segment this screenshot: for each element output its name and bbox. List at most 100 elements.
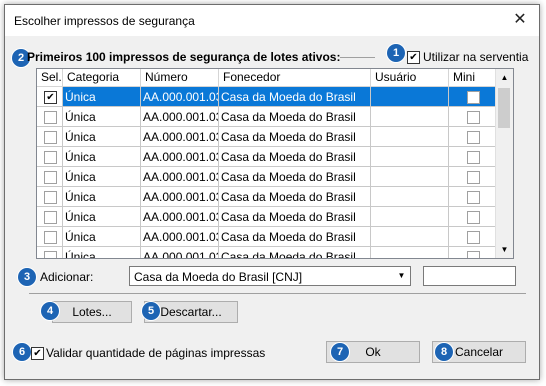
row-select-checkbox[interactable] [44, 211, 57, 224]
validar-label: Validar quantidade de páginas impressas [46, 346, 266, 360]
row-mini-cert-cell[interactable] [449, 247, 497, 258]
row-mini-cert-checkbox[interactable] [467, 171, 480, 184]
row-categoria-cell: Única [63, 147, 141, 167]
badge-8: 8 [435, 343, 453, 361]
badge-3: 3 [18, 268, 36, 286]
row-fornecedor-cell: Casa da Moeda do Brasil [219, 227, 371, 247]
row-select-cell[interactable] [37, 227, 63, 247]
chevron-down-icon[interactable]: ▼ [393, 267, 410, 285]
row-mini-cert-checkbox[interactable] [467, 111, 480, 124]
row-mini-cert-checkbox[interactable] [467, 211, 480, 224]
group-divider [340, 57, 375, 58]
row-usuario-cell [371, 247, 449, 258]
table-row[interactable]: Única AA.000.001.03 Casa da Moeda do Brasi… [37, 167, 497, 187]
badge-6: 6 [13, 343, 31, 361]
cancelar-button-label: Cancelar [454, 345, 504, 359]
adicionar-extra-field[interactable] [423, 266, 516, 286]
row-select-cell[interactable] [37, 107, 63, 127]
col-mini-cert[interactable]: Mini cert [449, 69, 497, 101]
row-mini-cert-cell[interactable] [449, 187, 497, 207]
col-categoria[interactable]: Categoria [63, 69, 141, 86]
row-select-checkbox[interactable] [44, 151, 57, 164]
row-fornecedor-cell: Casa da Moeda do Brasil [219, 187, 371, 207]
close-icon[interactable]: ✕ [509, 10, 531, 30]
row-select-cell[interactable] [37, 127, 63, 147]
use-serventia-checkbox[interactable]: ✔ [407, 51, 420, 64]
row-categoria-cell: Única [63, 207, 141, 227]
row-categoria-cell: Única [63, 247, 141, 258]
table-row[interactable]: Única AA.000.001.03 Casa da Moeda do Brasi… [37, 247, 497, 258]
row-numero-cell: AA.000.001.03 [141, 147, 219, 167]
row-fornecedor-cell: Casa da Moeda do Brasil [219, 167, 371, 187]
lotes-button[interactable]: Lotes... [52, 301, 132, 323]
row-mini-cert-checkbox[interactable] [467, 91, 480, 104]
title-bar: Escolher impressos de segurança ✕ [5, 5, 539, 36]
row-numero-cell: AA.000.001.03 [141, 87, 219, 107]
table-row[interactable]: Única AA.000.001.03 Casa da Moeda do Brasi… [37, 127, 497, 147]
separator [29, 293, 526, 294]
row-numero-cell: AA.000.001.03 [141, 187, 219, 207]
ok-button-label: Ok [365, 345, 381, 359]
table-row[interactable]: ✔ Única AA.000.001.03 Casa da Moeda do Bras… [37, 87, 497, 107]
scroll-up-icon[interactable]: ▲ [496, 69, 513, 86]
adicionar-label: Adicionar: [40, 270, 94, 284]
row-mini-cert-cell[interactable] [449, 107, 497, 127]
row-select-checkbox[interactable] [44, 251, 57, 258]
lotes-button-label: Lotes... [72, 305, 112, 319]
row-mini-cert-checkbox[interactable] [467, 231, 480, 244]
row-select-checkbox[interactable] [44, 111, 57, 124]
row-fornecedor-cell: Casa da Moeda do Brasil [219, 247, 371, 258]
col-sel[interactable]: Sel. [37, 69, 63, 86]
table-row[interactable]: Única AA.000.001.03 Casa da Moeda do Brasi… [37, 107, 497, 127]
scroll-thumb[interactable] [498, 88, 510, 128]
row-select-cell[interactable] [37, 247, 63, 258]
adicionar-combo-value: Casa da Moeda do Brasil [CNJ] [134, 270, 303, 284]
table-row[interactable]: Única AA.000.001.03 Casa da Moeda do Brasi… [37, 147, 497, 167]
scroll-down-icon[interactable]: ▼ [496, 241, 513, 258]
security-forms-grid[interactable]: Sel. Categoria Número Fonecedor Usuário … [36, 68, 514, 259]
row-select-cell[interactable] [37, 167, 63, 187]
row-mini-cert-checkbox[interactable] [467, 191, 480, 204]
table-row[interactable]: Única AA.000.001.03 Casa da Moeda do Brasi… [37, 207, 497, 227]
row-usuario-cell [371, 147, 449, 167]
row-select-checkbox[interactable] [44, 231, 57, 244]
col-numero[interactable]: Número [141, 69, 219, 86]
col-fornecedor[interactable]: Fonecedor [219, 69, 371, 86]
grid-vertical-scrollbar[interactable]: ▲ ▼ [495, 69, 513, 258]
table-row[interactable]: Única AA.000.001.03 Casa da Moeda do Brasi… [37, 187, 497, 207]
row-mini-cert-checkbox[interactable] [467, 251, 480, 258]
row-select-cell[interactable] [37, 187, 63, 207]
badge-7: 7 [331, 343, 349, 361]
row-mini-cert-cell[interactable] [449, 207, 497, 227]
row-select-checkbox[interactable] [44, 191, 57, 204]
row-usuario-cell [371, 87, 449, 107]
grid-header: Sel. Categoria Número Fonecedor Usuário … [37, 69, 497, 101]
row-usuario-cell [371, 187, 449, 207]
row-select-checkbox[interactable]: ✔ [44, 91, 57, 104]
row-mini-cert-cell[interactable] [449, 147, 497, 167]
row-usuario-cell [371, 227, 449, 247]
row-fornecedor-cell: Casa da Moeda do Brasil [219, 127, 371, 147]
row-select-checkbox[interactable] [44, 131, 57, 144]
row-mini-cert-cell[interactable] [449, 167, 497, 187]
row-numero-cell: AA.000.001.03 [141, 227, 219, 247]
use-serventia-label: Utilizar na serventia [423, 50, 529, 64]
row-mini-cert-checkbox[interactable] [467, 151, 480, 164]
descartar-button-label: Descartar... [160, 305, 222, 319]
row-select-cell[interactable]: ✔ [37, 87, 63, 107]
row-mini-cert-cell[interactable] [449, 87, 497, 107]
row-mini-cert-checkbox[interactable] [467, 131, 480, 144]
row-numero-cell: AA.000.001.03 [141, 247, 219, 258]
validar-checkbox[interactable]: ✔ [31, 347, 44, 360]
badge-4: 4 [41, 302, 59, 320]
row-mini-cert-cell[interactable] [449, 227, 497, 247]
row-select-checkbox[interactable] [44, 171, 57, 184]
row-mini-cert-cell[interactable] [449, 127, 497, 147]
row-numero-cell: AA.000.001.03 [141, 167, 219, 187]
row-select-cell[interactable] [37, 147, 63, 167]
row-select-cell[interactable] [37, 207, 63, 227]
adicionar-combo[interactable]: Casa da Moeda do Brasil [CNJ] ▼ [129, 266, 411, 286]
col-usuario[interactable]: Usuário [371, 69, 449, 86]
row-categoria-cell: Única [63, 127, 141, 147]
table-row[interactable]: Única AA.000.001.03 Casa da Moeda do Brasi… [37, 227, 497, 247]
